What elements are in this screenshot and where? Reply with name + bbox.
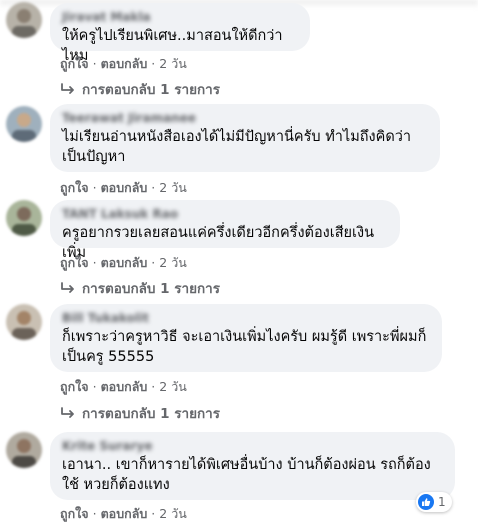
like-button[interactable]: ถูกใจ bbox=[60, 56, 89, 71]
replies-count-label: การตอบกลับ 1 รายการ bbox=[82, 82, 221, 98]
comment-timestamp[interactable]: 2 วัน bbox=[159, 255, 187, 270]
avatar[interactable] bbox=[6, 2, 42, 38]
like-reaction-icon bbox=[418, 494, 434, 510]
comment-bubble: Teerawat Jiramanee ไม่เรียนอ่านหนังสือเอ… bbox=[50, 104, 440, 172]
replies-count-label: การตอบกลับ 1 รายการ bbox=[82, 406, 221, 422]
separator: · bbox=[92, 255, 97, 270]
comment-timestamp[interactable]: 2 วัน bbox=[159, 180, 187, 195]
separator: · bbox=[151, 379, 156, 394]
comment-actions: ถูกใจ · ตอบกลับ · 2 วัน bbox=[60, 178, 187, 198]
reaction-count: 1 bbox=[438, 495, 446, 509]
avatar[interactable] bbox=[6, 200, 42, 236]
comment-bubble: Bill Tukakolit ก็เพราะว่าครูหาวิธี จะเอา… bbox=[50, 304, 442, 372]
separator: · bbox=[151, 255, 156, 270]
comment-actions: ถูกใจ · ตอบกลับ · 2 วัน bbox=[60, 54, 187, 74]
comment-bubble: Jiravat Makla ให้ครูไปเรียนพิเศษ..มาสอนใ… bbox=[50, 3, 310, 64]
comment-timestamp[interactable]: 2 วัน bbox=[159, 379, 187, 394]
comment-author[interactable]: Bill Tukakolit bbox=[62, 311, 430, 325]
separator: · bbox=[92, 180, 97, 195]
reply-arrow-icon bbox=[61, 282, 74, 293]
reply-button[interactable]: ตอบกลับ bbox=[101, 56, 148, 71]
comment-text: ก็เพราะว่าครูหาวิธี จะเอาเงินเพิ่มไงครับ… bbox=[62, 329, 427, 365]
view-replies-link[interactable]: การตอบกลับ 1 รายการ bbox=[60, 78, 220, 100]
comment-actions: ถูกใจ · ตอบกลับ · 2 วัน bbox=[60, 377, 187, 397]
reply-button[interactable]: ตอบกลับ bbox=[101, 379, 148, 394]
reply-button[interactable]: ตอบกลับ bbox=[101, 180, 148, 195]
comment-timestamp[interactable]: 2 วัน bbox=[159, 56, 187, 71]
separator: · bbox=[151, 180, 156, 195]
separator: · bbox=[151, 56, 156, 71]
avatar[interactable] bbox=[6, 106, 42, 142]
comment-text: ไม่เรียนอ่านหนังสือเองได้ไม่มีปัญหานี่คร… bbox=[62, 129, 412, 165]
reaction-badge[interactable]: 1 bbox=[416, 492, 452, 512]
comment-bubble: TANT Laksuk Rao ครูอยากรวยเลยสอนแค่ครึ่ง… bbox=[50, 200, 400, 261]
avatar[interactable] bbox=[6, 304, 42, 340]
separator: · bbox=[92, 379, 97, 394]
like-button[interactable]: ถูกใจ bbox=[60, 255, 89, 270]
comment-author[interactable]: Teerawat Jiramanee bbox=[62, 111, 428, 125]
separator: · bbox=[92, 56, 97, 71]
reply-arrow-icon bbox=[61, 407, 74, 418]
comment-author[interactable]: Krite Surarye bbox=[62, 439, 443, 453]
replies-count-label: การตอบกลับ 1 รายการ bbox=[82, 281, 221, 297]
reply-arrow-icon bbox=[61, 83, 74, 94]
like-button[interactable]: ถูกใจ bbox=[60, 379, 89, 394]
view-replies-link[interactable]: การตอบกลับ 1 รายการ bbox=[60, 402, 220, 424]
avatar[interactable] bbox=[6, 432, 42, 468]
comment-actions: ถูกใจ · ตอบกลับ · 2 วัน bbox=[60, 504, 187, 524]
comment-author[interactable]: Jiravat Makla bbox=[62, 10, 298, 24]
like-button[interactable]: ถูกใจ bbox=[60, 180, 89, 195]
reply-button[interactable]: ตอบกลับ bbox=[101, 255, 148, 270]
comment-actions: ถูกใจ · ตอบกลับ · 2 วัน bbox=[60, 253, 187, 273]
comment-text: เอานา.. เขาก็หารายได้พิเศษอื่นบ้าง บ้านก… bbox=[62, 457, 431, 493]
comment-author[interactable]: TANT Laksuk Rao bbox=[62, 207, 388, 221]
comment-bubble: Krite Surarye เอานา.. เขาก็หารายได้พิเศษ… bbox=[50, 432, 455, 500]
view-replies-link[interactable]: การตอบกลับ 1 รายการ bbox=[60, 277, 220, 299]
